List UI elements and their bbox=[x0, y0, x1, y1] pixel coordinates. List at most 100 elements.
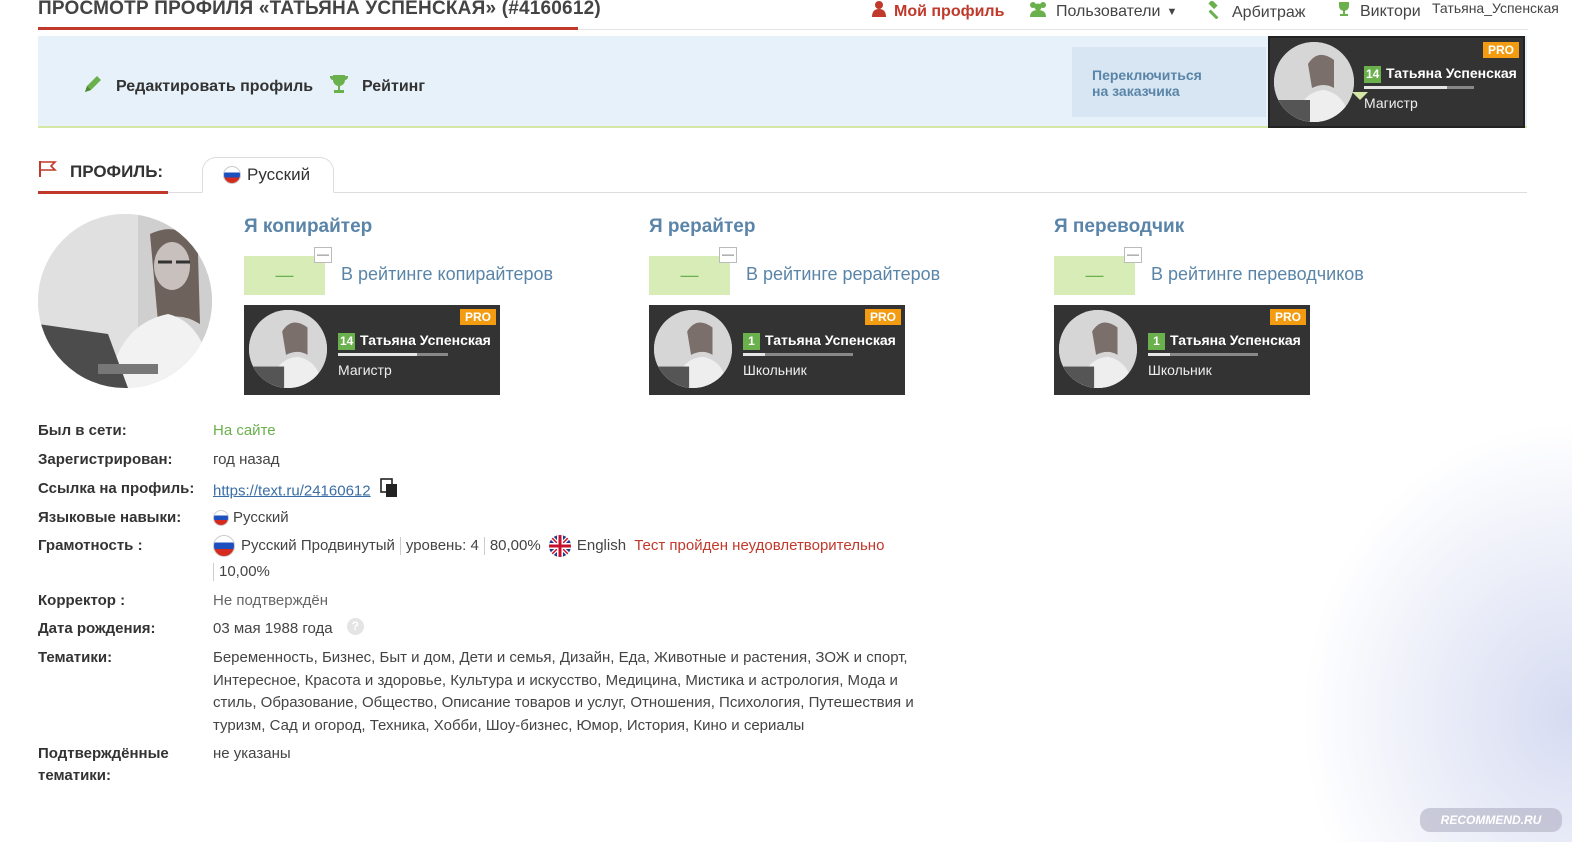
online-status: На сайте bbox=[213, 422, 276, 439]
info-label: Грамотность : bbox=[38, 537, 143, 554]
switch-to-customer-button[interactable]: Переключиться на заказчика bbox=[1072, 47, 1266, 117]
literacy-russian-pct: 80,00% bbox=[489, 537, 541, 554]
separator bbox=[213, 563, 214, 582]
languages-value-group: Русский bbox=[213, 507, 289, 529]
profile-heading: ПРОФИЛЬ: bbox=[38, 160, 163, 183]
user-level-badge: 1 bbox=[743, 333, 760, 350]
user-rank: Магистр bbox=[338, 362, 392, 378]
rating-link[interactable]: В рейтинге копирайтеров bbox=[341, 264, 553, 285]
pro-badge: PRO bbox=[1269, 309, 1306, 325]
info-label: Ссылка на профиль: bbox=[38, 480, 195, 497]
nav-quizzes[interactable]: Виктори bbox=[1336, 1, 1421, 22]
literacy-value-group: Русский Продвинутый уровень: 4 80,00% Engl… bbox=[213, 535, 885, 558]
profile-avatar bbox=[38, 214, 212, 388]
role-copywriter: Я копирайтер — — В рейтинге копирайтеров… bbox=[244, 214, 644, 396]
nav-username[interactable]: Татьяна_Успенская bbox=[1428, 0, 1563, 16]
user-card[interactable]: 1 Татьяна Успенская Школьник PRO bbox=[649, 305, 905, 395]
literacy-russian: Русский Продвинутый bbox=[241, 537, 395, 554]
user-rank: Магистр bbox=[1364, 95, 1418, 111]
tab-language-label: Русский bbox=[247, 165, 311, 184]
topics-line: Интересное, Красота и здоровье, Культура… bbox=[213, 671, 898, 689]
profile-divider bbox=[168, 192, 1527, 193]
user-card[interactable]: 1 Татьяна Успенская Школьник PRO bbox=[1054, 305, 1310, 395]
profile-underline bbox=[38, 191, 168, 194]
minimize-button[interactable]: — bbox=[719, 247, 737, 263]
gavel-icon bbox=[1206, 0, 1224, 24]
info-label: Зарегистрирован: bbox=[38, 451, 173, 468]
nav-quizzes-label: Виктори bbox=[1360, 2, 1421, 20]
rating-score-box: — bbox=[244, 256, 325, 295]
minimize-button[interactable]: — bbox=[314, 247, 332, 263]
literacy-english-result: Тест пройден неудовлетворительно bbox=[634, 537, 885, 554]
topics-line: стиль, Образование, Общество, Описание т… bbox=[213, 694, 914, 712]
pencil-icon bbox=[82, 73, 104, 100]
level-progress-bar bbox=[338, 353, 448, 356]
russia-flag-icon bbox=[213, 510, 229, 527]
literacy-english: English bbox=[576, 537, 627, 554]
nav-users-label: Пользователи bbox=[1056, 2, 1161, 20]
edit-profile-label: Редактировать профиль bbox=[116, 77, 314, 95]
topics-line: Беременность, Бизнес, Быт и дом, Дети и … bbox=[213, 649, 908, 666]
background-haze bbox=[1300, 420, 1572, 842]
profile-actions-panel: Редактировать профиль Рейтинг Переключит… bbox=[38, 36, 1527, 128]
profile-heading-label: ПРОФИЛЬ: bbox=[70, 161, 164, 181]
literacy-english-pct-group: 10,00% bbox=[213, 561, 270, 583]
language-value: Русский bbox=[233, 509, 289, 526]
level-progress-fill bbox=[1364, 86, 1447, 89]
user-name: Татьяна Успенская bbox=[765, 332, 896, 348]
avatar bbox=[249, 310, 327, 388]
edit-profile-button[interactable]: Редактировать профиль bbox=[82, 73, 313, 100]
chevron-down-icon: ▼ bbox=[1166, 5, 1178, 18]
rating-link[interactable]: В рейтинге переводчиков bbox=[1151, 264, 1364, 285]
copy-icon[interactable] bbox=[379, 478, 399, 505]
switch-line-1: Переключиться bbox=[1092, 67, 1202, 83]
flag-icon bbox=[38, 160, 58, 183]
rating-label: Рейтинг bbox=[362, 77, 426, 95]
pro-badge: PRO bbox=[459, 309, 496, 325]
current-user-card[interactable]: 14 Татьяна Успенская Магистр PRO bbox=[1268, 36, 1525, 128]
help-icon[interactable]: ? bbox=[346, 618, 364, 635]
watermark: RECOMMEND.RU bbox=[1420, 808, 1562, 832]
switch-line-2: на заказчика bbox=[1092, 83, 1180, 99]
literacy-level: уровень: 4 bbox=[405, 537, 479, 554]
profile-link[interactable]: https://text.ru/24160612 bbox=[213, 482, 371, 499]
rating-score-box: — bbox=[649, 256, 730, 295]
info-label: Тематики: bbox=[38, 649, 113, 666]
nav-users[interactable]: Пользователи ▼ bbox=[1028, 1, 1177, 22]
nav-arbitration-label: Арбитраж bbox=[1232, 3, 1306, 21]
trophy-icon bbox=[328, 73, 350, 100]
separator bbox=[483, 537, 485, 556]
info-label: Дата рождения: bbox=[38, 620, 156, 637]
nav-my-profile-label: Мой профиль bbox=[894, 2, 1005, 20]
user-card[interactable]: 14 Татьяна Успенская Магистр PRO bbox=[244, 305, 500, 395]
avatar bbox=[654, 310, 732, 388]
title-underline bbox=[38, 27, 578, 30]
minimize-button[interactable]: — bbox=[1124, 247, 1142, 263]
page-title: ПРОСМОТР ПРОФИЛЯ «ТАТЬЯНА УСПЕНСКАЯ» (#4… bbox=[38, 0, 601, 19]
rating-button[interactable]: Рейтинг bbox=[328, 73, 425, 100]
info-label: Корректор : bbox=[38, 592, 126, 609]
role-title: Я копирайтер bbox=[244, 216, 373, 237]
literacy-english-pct: 10,00% bbox=[219, 563, 270, 580]
user-name: Татьяна Успенская bbox=[1386, 65, 1517, 81]
avatar bbox=[1274, 42, 1354, 122]
level-progress-fill bbox=[1148, 353, 1170, 356]
nav-my-profile[interactable]: Мой профиль bbox=[872, 1, 1004, 22]
role-rewriter: Я рерайтер — — В рейтинге рерайтеров 1 Т… bbox=[649, 214, 1049, 396]
registered-value: год назад bbox=[213, 451, 280, 468]
avatar bbox=[1059, 310, 1137, 388]
pro-badge: PRO bbox=[1482, 42, 1519, 58]
nav-arbitration[interactable]: Арбитраж bbox=[1206, 0, 1306, 24]
top-bar: ПРОСМОТР ПРОФИЛЯ «ТАТЬЯНА УСПЕНСКАЯ» (#4… bbox=[0, 0, 1572, 36]
rating-link[interactable]: В рейтинге рерайтеров bbox=[746, 264, 940, 285]
info-label: Языковые навыки: bbox=[38, 509, 182, 526]
birthday-value: 03 мая 1988 года bbox=[213, 620, 333, 637]
tab-language-russian[interactable]: Русский bbox=[202, 157, 334, 193]
confirmed-topics-value: не указаны bbox=[213, 745, 291, 762]
user-icon bbox=[872, 1, 886, 22]
user-level-badge: 14 bbox=[338, 333, 356, 350]
user-level-badge: 1 bbox=[1148, 333, 1165, 350]
role-title: Я переводчик bbox=[1054, 216, 1185, 237]
user-rank: Школьник bbox=[743, 362, 807, 378]
users-icon bbox=[1028, 1, 1048, 22]
